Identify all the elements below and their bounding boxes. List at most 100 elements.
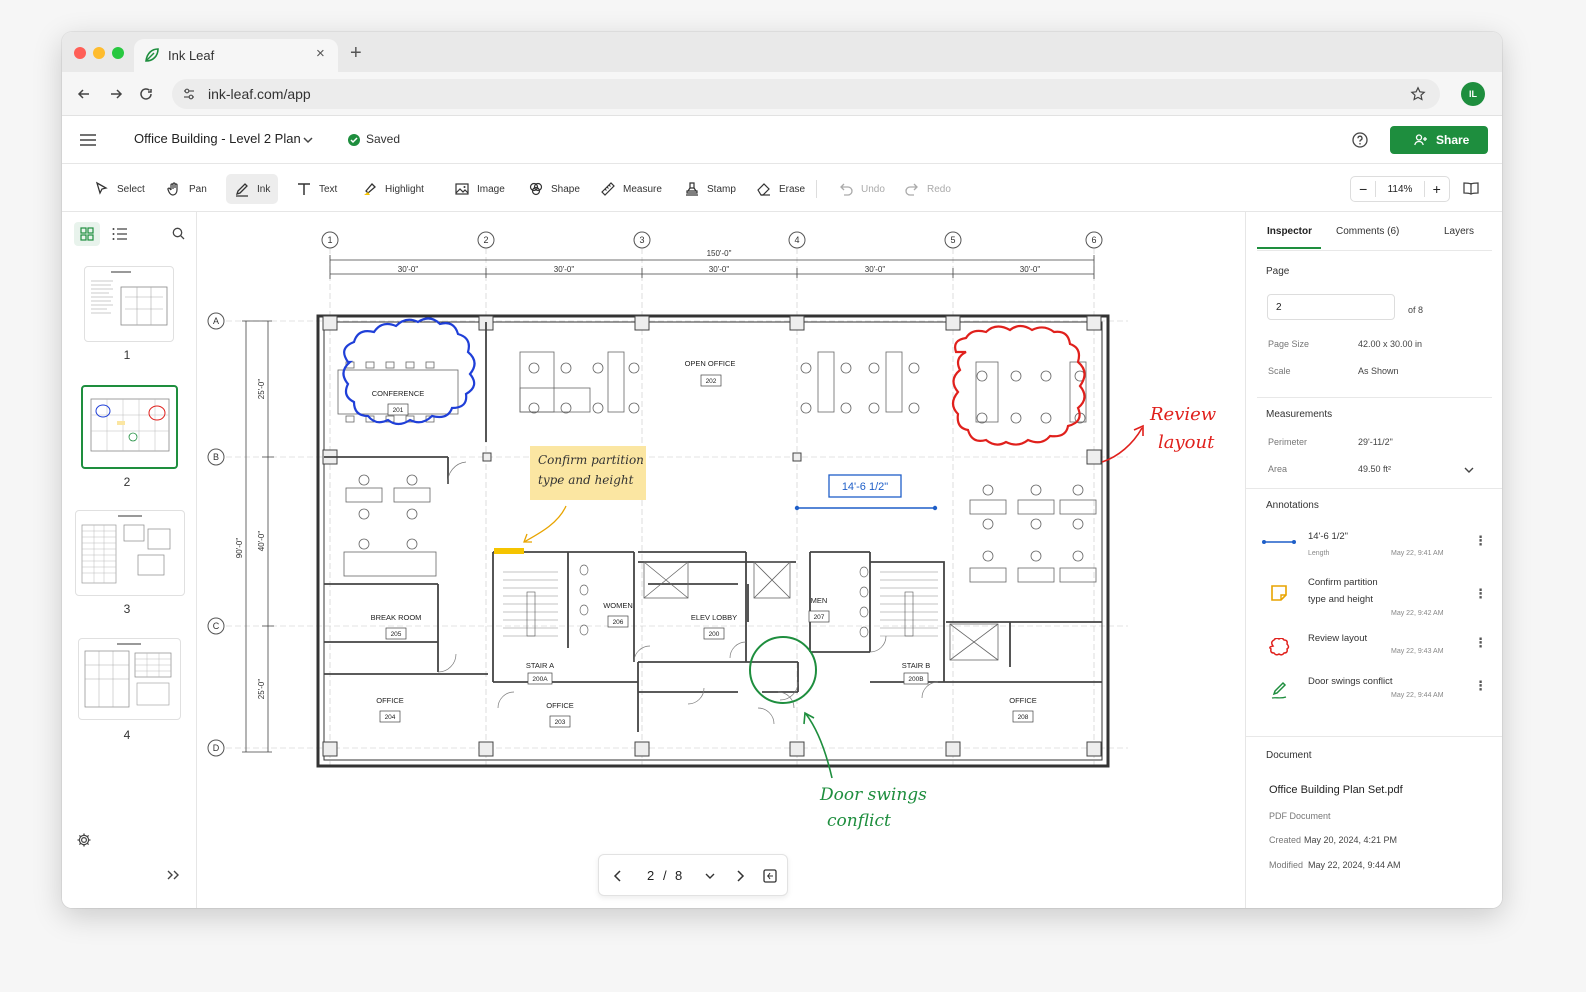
tab-inspector[interactable]: Inspector <box>1267 226 1312 237</box>
page-preview <box>84 643 172 708</box>
grid-col-label: 1 <box>327 235 332 245</box>
room-name: MEN <box>811 596 828 605</box>
tool-label: Undo <box>861 183 885 195</box>
zoom-in-button[interactable]: + <box>1423 181 1449 197</box>
url-bar[interactable]: ink-leaf.com/app <box>172 79 1440 109</box>
leaf-icon <box>145 48 159 62</box>
tool-text[interactable]: Text <box>288 174 345 204</box>
room-number: 203 <box>555 719 566 726</box>
help-icon[interactable] <box>1352 132 1368 148</box>
annotation-more-icon[interactable]: ⋮ <box>1474 635 1487 651</box>
share-button[interactable]: Share <box>1390 126 1488 154</box>
cloud-icon <box>1269 638 1290 656</box>
grid-col-label: 5 <box>950 235 955 245</box>
maximize-window-button[interactable] <box>112 47 124 59</box>
thumbnail-panel: 1 2 3 4 <box>62 212 197 908</box>
chevron-down-icon[interactable] <box>303 136 313 144</box>
annotation-date: May 22, 9:41 AM <box>1391 550 1444 557</box>
browser-window: Ink Leaf × + ink-leaf.com/app IL Office … <box>62 32 1502 908</box>
reload-icon[interactable] <box>138 86 154 102</box>
close-window-button[interactable] <box>74 47 86 59</box>
undo-icon <box>840 183 853 196</box>
annotation-date: May 22, 9:42 AM <box>1391 610 1444 617</box>
chevron-down-icon[interactable] <box>1464 467 1474 474</box>
list-view-icon[interactable] <box>112 227 128 241</box>
page-thumbnail[interactable] <box>84 266 174 342</box>
created-value: May 20, 2024, 4:21 PM <box>1304 835 1398 845</box>
page-thumbnail-selected[interactable] <box>81 385 178 469</box>
scale-value: As Shown <box>1358 366 1399 376</box>
page-number-input[interactable]: 2 <box>1267 294 1395 320</box>
page-separator: / <box>663 868 667 883</box>
inspector-panel: Inspector Comments (6) Layers Page 2 of … <box>1245 212 1502 908</box>
tool-pan[interactable]: Pan <box>158 174 215 204</box>
tool-select[interactable]: Select <box>86 174 153 204</box>
new-tab-button[interactable]: + <box>350 42 362 65</box>
section-heading: Measurements <box>1266 409 1333 420</box>
back-icon[interactable] <box>76 86 92 102</box>
annotation-more-icon[interactable]: ⋮ <box>1474 586 1487 602</box>
measure-line-icon <box>1262 540 1296 544</box>
profile-avatar[interactable]: IL <box>1461 82 1485 106</box>
annotation-item[interactable]: Confirm partition type and height May 22… <box>1246 570 1502 620</box>
minimize-window-button[interactable] <box>93 47 105 59</box>
annotation-item[interactable]: Door swings conflict May 22, 9:44 AM ⋮ <box>1246 670 1502 710</box>
room-number: 200 <box>709 631 720 638</box>
grid-view-button[interactable] <box>74 222 100 246</box>
page-preview <box>90 398 170 452</box>
tool-measure[interactable]: Measure <box>592 174 670 204</box>
annotation-item[interactable]: Review layout May 22, 9:43 AM ⋮ <box>1246 626 1502 666</box>
sticky-note-line: type and height <box>538 473 634 487</box>
annotation-title: 14'-6 1/2" <box>1308 531 1349 542</box>
tool-erase[interactable]: Erase <box>748 174 813 204</box>
previous-page-icon[interactable] <box>613 869 623 883</box>
search-icon[interactable] <box>172 227 185 240</box>
page-of-total: of 8 <box>1408 305 1424 315</box>
zoom-level[interactable]: 114% <box>1376 184 1423 195</box>
document-canvas[interactable]: 1 2 3 4 5 6 A B C D 150'-0" 30'-0" 30'-0… <box>198 212 1245 908</box>
browser-tab[interactable]: Ink Leaf × <box>134 39 338 72</box>
room-number: 204 <box>385 714 396 721</box>
annotation-more-icon[interactable]: ⋮ <box>1474 533 1487 549</box>
tool-image[interactable]: Image <box>446 174 513 204</box>
room-number: 202 <box>706 378 717 385</box>
tab-close-icon[interactable]: × <box>316 45 325 62</box>
area-label: Area <box>1268 464 1288 474</box>
site-settings-icon[interactable] <box>182 87 196 101</box>
divider <box>1246 736 1502 737</box>
room-name: OFFICE <box>1009 696 1037 705</box>
blue-revision-cloud[interactable] <box>342 317 476 426</box>
room-number: 206 <box>613 619 624 626</box>
current-page[interactable]: 2 <box>647 868 654 883</box>
document-title[interactable]: Office Building - Level 2 Plan <box>134 131 301 146</box>
tool-stamp[interactable]: Stamp <box>676 174 744 204</box>
url-text: ink-leaf.com/app <box>208 86 311 102</box>
settings-gear-icon[interactable] <box>76 832 92 848</box>
tool-shape[interactable]: Shape <box>520 174 588 204</box>
stamp-icon <box>686 182 698 196</box>
red-revision-cloud[interactable] <box>951 324 1086 446</box>
tab-comments[interactable]: Comments (6) <box>1336 226 1399 237</box>
tool-highlight[interactable]: Highlight <box>354 174 432 204</box>
hamburger-menu-icon[interactable] <box>79 132 97 148</box>
bookmark-star-icon[interactable] <box>1410 86 1426 102</box>
tool-ink[interactable]: Ink <box>226 174 279 204</box>
annotation-item[interactable]: 14'-6 1/2" Length May 22, 9:41 AM ⋮ <box>1246 524 1502 566</box>
reading-view-icon[interactable] <box>1462 180 1480 196</box>
page-dropdown-icon[interactable] <box>705 872 715 880</box>
annotation-more-icon[interactable]: ⋮ <box>1474 678 1487 694</box>
expand-panel-icon[interactable] <box>166 869 180 881</box>
tab-layers[interactable]: Layers <box>1444 226 1474 237</box>
hand-icon <box>167 182 178 196</box>
forward-icon[interactable] <box>108 86 124 102</box>
door-conflict-text: conflict <box>827 811 891 831</box>
tool-redo[interactable]: Redo <box>896 174 959 204</box>
tool-undo[interactable]: Undo <box>830 174 893 204</box>
next-page-icon[interactable] <box>735 869 745 883</box>
page-thumbnail[interactable] <box>78 638 181 720</box>
page-thumbnail[interactable] <box>75 510 185 596</box>
overall-dimension: 150'-0" <box>707 249 732 258</box>
zoom-out-button[interactable]: − <box>1351 181 1377 197</box>
cursor-icon <box>95 181 108 195</box>
fit-page-icon[interactable] <box>763 868 777 884</box>
